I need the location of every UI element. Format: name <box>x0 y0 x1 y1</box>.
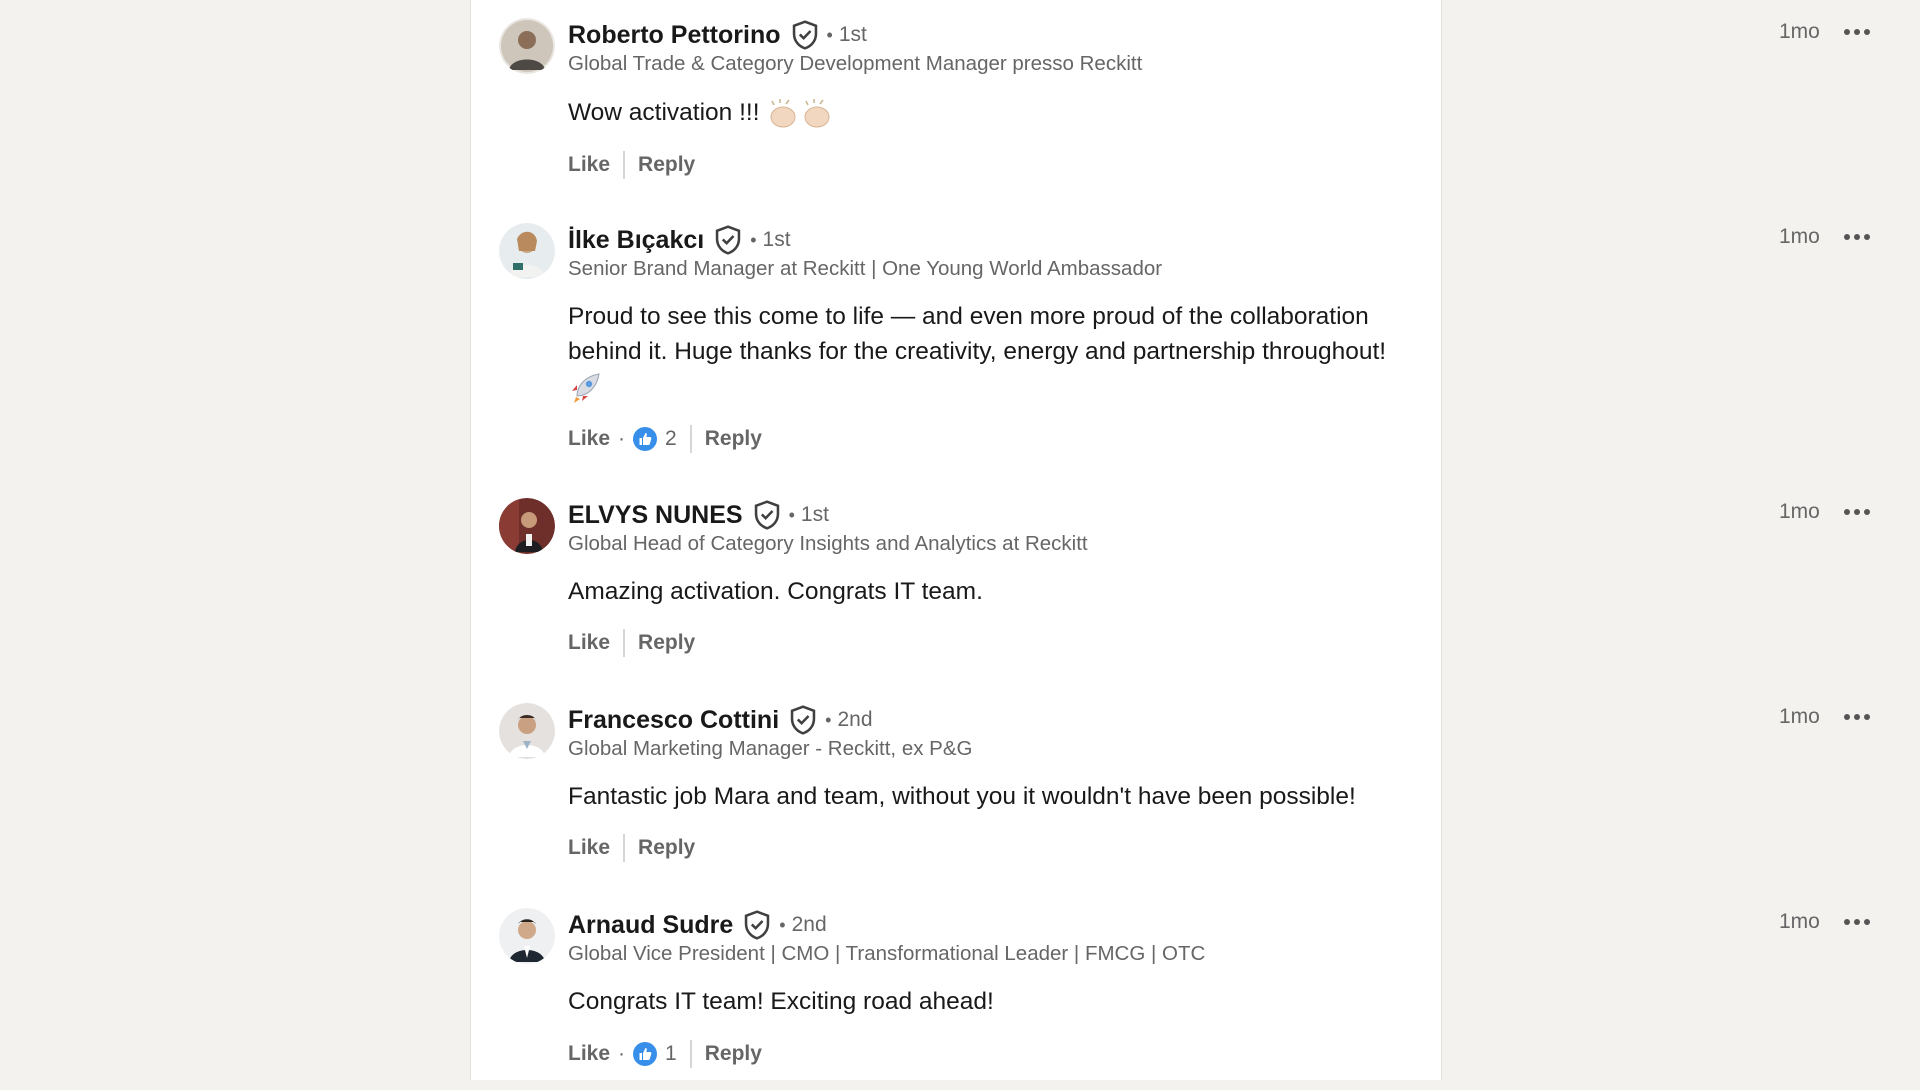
commenter-name[interactable]: İlke Bıçakcı <box>568 226 704 255</box>
comment-text-content: Proud to see this come to life — and eve… <box>568 303 1387 365</box>
commenter-name[interactable]: Arnaud Sudre <box>568 911 733 940</box>
comment-text: Wow activation !!! <box>568 95 1418 131</box>
comments-panel: Roberto Pettorino • 1st Global Trade & C… <box>470 0 1870 1080</box>
comment-timestamp: 1mo <box>1779 705 1820 728</box>
comment-item: İlke Bıçakcı • 1st Senior Brand Manager … <box>471 205 1870 453</box>
comment-item: Roberto Pettorino • 1st Global Trade & C… <box>471 0 1870 200</box>
verified-icon <box>790 705 816 735</box>
comment-text-content: Wow activation !!! <box>568 99 760 126</box>
comment-header: İlke Bıçakcı • 1st <box>568 223 791 257</box>
like-reaction-icon[interactable] <box>633 427 658 451</box>
reply-button[interactable]: Reply <box>638 836 695 860</box>
more-options-icon[interactable] <box>1844 713 1870 721</box>
comment-timestamp: 1mo <box>1779 20 1820 43</box>
commenter-name[interactable]: ELVYS NUNES <box>568 501 743 530</box>
comment-timestamp: 1mo <box>1779 225 1820 248</box>
action-divider <box>623 834 626 862</box>
comment-text-content: Congrats IT team! Exciting road ahead! <box>568 988 994 1015</box>
commenter-headline: Global Marketing Manager - Reckitt, ex P… <box>568 737 973 760</box>
reply-button[interactable]: Reply <box>638 153 695 177</box>
commenter-headline: Global Vice President | CMO | Transforma… <box>568 942 1206 965</box>
verified-icon <box>715 225 741 255</box>
comment-text-content: Amazing activation. Congrats IT team. <box>568 578 983 605</box>
connection-degree: 1st <box>762 228 791 251</box>
comment-text: Fantastic job Mara and team, without you… <box>568 779 1448 814</box>
connection-degree: 2nd <box>791 913 827 936</box>
comment-item: Arnaud Sudre • 2nd Global Vice President… <box>471 890 1870 1090</box>
like-button[interactable]: Like <box>568 1042 610 1066</box>
clapping-hands-icon <box>770 98 830 128</box>
comment-header: Arnaud Sudre • 2nd <box>568 908 827 942</box>
separator-dot: • <box>750 229 757 250</box>
separator-dot: • <box>825 709 832 730</box>
commenter-headline: Senior Brand Manager at Reckitt | One Yo… <box>568 257 1163 280</box>
comment-item: Francesco Cottini • 2nd Global Marketing… <box>471 685 1870 885</box>
more-options-icon[interactable] <box>1844 28 1870 36</box>
comment-item: ELVYS NUNES • 1st Global Head of Categor… <box>471 480 1870 680</box>
action-divider <box>689 1040 692 1068</box>
more-options-icon[interactable] <box>1844 918 1870 926</box>
connection-degree: 1st <box>838 23 867 46</box>
like-button[interactable]: Like <box>568 153 610 177</box>
reply-button[interactable]: Reply <box>705 427 762 451</box>
verified-icon <box>745 910 770 940</box>
comment-text: Amazing activation. Congrats IT team. <box>568 574 1418 609</box>
comment-text: Proud to see this come to life — and eve… <box>568 299 1418 405</box>
reaction-count[interactable]: 1 <box>665 1042 677 1066</box>
action-divider <box>689 425 692 453</box>
action-divider <box>623 151 626 179</box>
comment-header: Roberto Pettorino • 1st <box>568 18 867 52</box>
separator-dot: • <box>779 914 786 935</box>
avatar[interactable] <box>499 908 555 964</box>
comment-actions: Like Reply <box>568 833 695 863</box>
commenter-headline: Global Trade & Category Development Mana… <box>568 52 1143 75</box>
reaction-count[interactable]: 2 <box>665 427 677 451</box>
connection-degree: 1st <box>800 503 829 526</box>
more-options-icon[interactable] <box>1844 233 1870 241</box>
reply-button[interactable]: Reply <box>638 631 695 655</box>
comment-actions: Like · 2 Reply <box>568 424 762 454</box>
verified-icon <box>754 500 779 530</box>
separator-dot: · <box>618 1042 626 1065</box>
more-options-icon[interactable] <box>1844 508 1870 516</box>
commenter-name[interactable]: Roberto Pettorino <box>568 21 781 50</box>
commenter-headline: Global Head of Category Insights and Ana… <box>568 532 1088 555</box>
action-divider <box>623 629 626 657</box>
comment-text: Congrats IT team! Exciting road ahead! <box>568 984 1418 1019</box>
rocket-icon <box>572 372 600 403</box>
separator-dot: • <box>788 504 795 525</box>
like-button[interactable]: Like <box>568 427 610 451</box>
like-button[interactable]: Like <box>568 631 610 655</box>
comment-actions: Like Reply <box>568 628 695 658</box>
connection-degree: 2nd <box>837 708 873 731</box>
separator-dot: · <box>618 427 626 450</box>
reply-button[interactable]: Reply <box>705 1042 762 1066</box>
commenter-name[interactable]: Francesco Cottini <box>568 706 779 735</box>
like-button[interactable]: Like <box>568 836 610 860</box>
comment-header: Francesco Cottini • 2nd <box>568 703 873 737</box>
comment-timestamp: 1mo <box>1779 500 1820 523</box>
avatar[interactable] <box>499 18 555 74</box>
avatar[interactable] <box>499 223 555 279</box>
verified-icon <box>792 20 817 50</box>
avatar[interactable] <box>499 703 555 759</box>
separator-dot: • <box>826 24 833 45</box>
comment-actions: Like Reply <box>568 150 695 180</box>
avatar[interactable] <box>499 498 555 554</box>
comment-actions: Like · 1 Reply <box>568 1039 762 1069</box>
like-reaction-icon[interactable] <box>633 1042 658 1066</box>
comment-text-content: Fantastic job Mara and team, without you… <box>568 783 1356 810</box>
comment-header: ELVYS NUNES • 1st <box>568 498 829 532</box>
comment-timestamp: 1mo <box>1779 910 1820 933</box>
